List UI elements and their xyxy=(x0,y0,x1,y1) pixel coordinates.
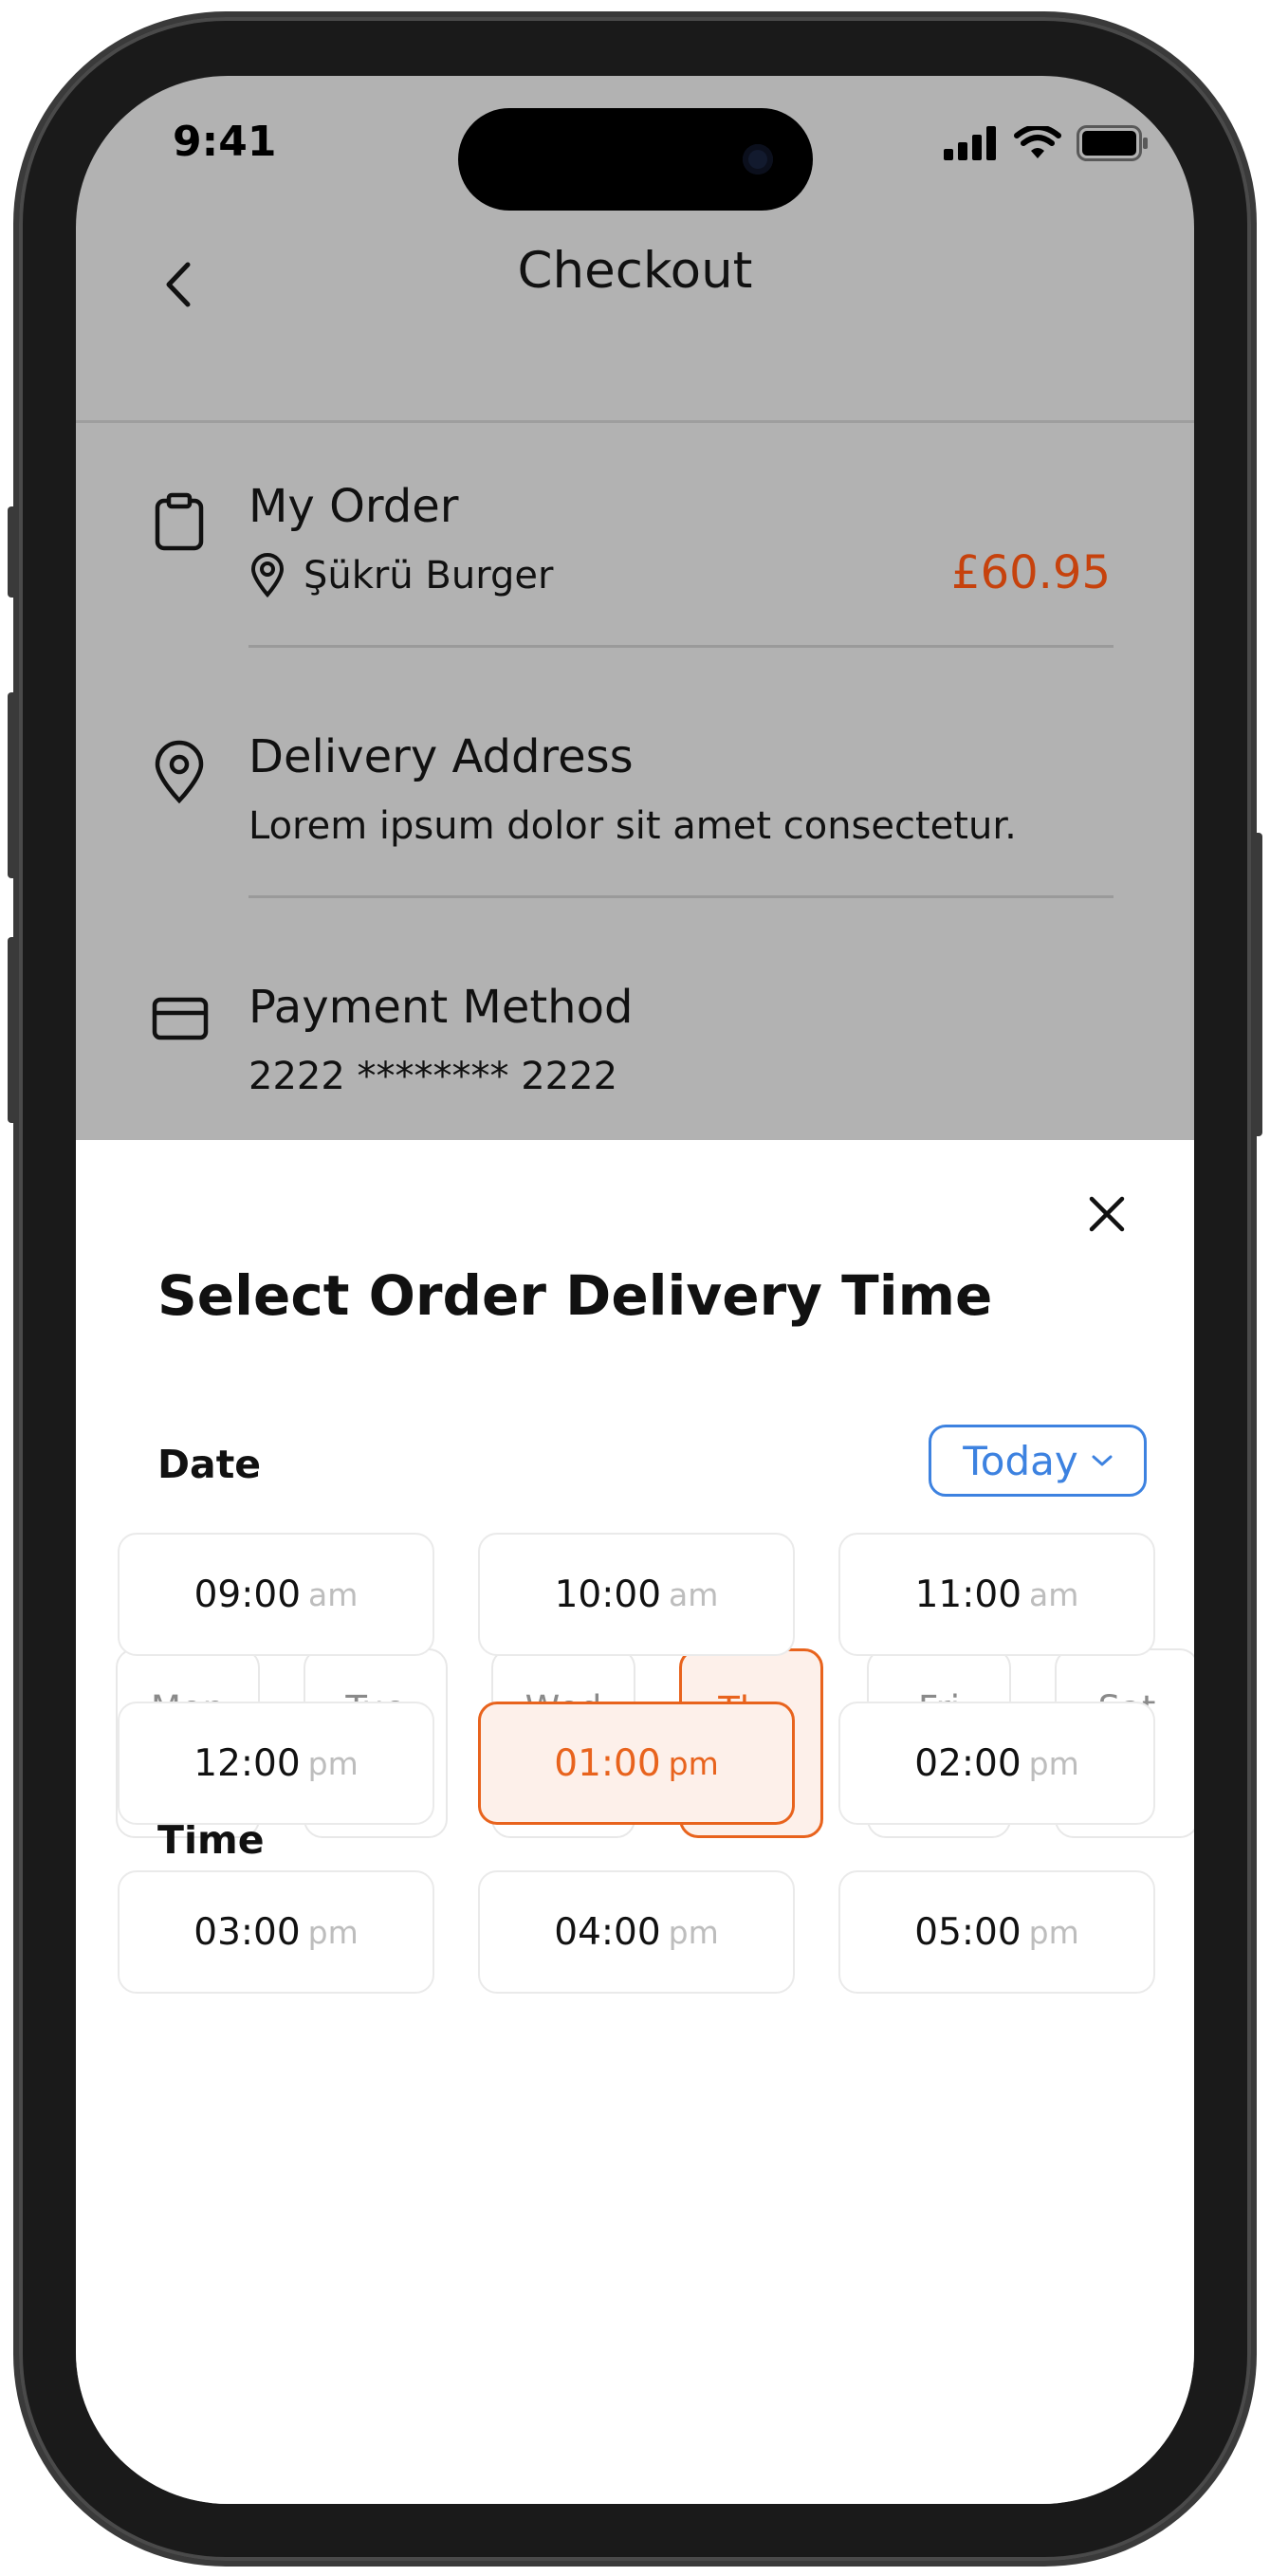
date-label: Date xyxy=(157,1442,262,1487)
my-order-section[interactable]: My Order Şükrü Burger £60.95 xyxy=(76,480,1194,660)
date-dropdown[interactable]: Today xyxy=(929,1425,1147,1497)
slot-time: 10:00 xyxy=(554,1573,662,1616)
credit-card-icon xyxy=(152,997,209,1040)
sheet-title: Select Order Delivery Time xyxy=(157,1263,993,1328)
clipboard-icon xyxy=(155,492,204,551)
slot-period: pm xyxy=(668,1913,719,1951)
slot-period: pm xyxy=(307,1913,359,1951)
order-price: £60.95 xyxy=(951,546,1111,599)
time-slot[interactable]: 05:00 pm xyxy=(838,1870,1155,1994)
slot-time: 09:00 xyxy=(193,1573,302,1616)
battery-icon xyxy=(1077,125,1148,161)
action-button xyxy=(8,506,17,598)
slot-time: 02:00 xyxy=(914,1741,1022,1785)
slot-period: pm xyxy=(668,1744,719,1782)
slot-period: pm xyxy=(307,1744,359,1782)
time-slot[interactable]: 03:00 pm xyxy=(118,1870,434,1994)
time-slot-selected[interactable]: 01:00 pm xyxy=(478,1702,795,1825)
section-divider xyxy=(248,645,1114,648)
delivery-time-sheet: Select Order Delivery Time Date Today Mo… xyxy=(76,1140,1194,2504)
location-pin-icon xyxy=(250,553,285,598)
screen: 9:41 Checkout My Order Şükrü Burger £60.… xyxy=(76,76,1194,2504)
delivery-address-title: Delivery Address xyxy=(248,730,634,783)
slot-period: pm xyxy=(1028,1744,1079,1782)
my-order-title: My Order xyxy=(248,480,459,533)
signal-icon xyxy=(944,126,996,160)
volume-down-button xyxy=(8,937,17,1123)
payment-method-title: Payment Method xyxy=(248,981,634,1034)
slot-period: am xyxy=(669,1575,719,1613)
location-pin-icon xyxy=(155,740,204,804)
slot-time: 01:00 xyxy=(554,1741,661,1785)
restaurant-name: Şükrü Burger xyxy=(304,554,554,598)
time-slot[interactable]: 02:00 pm xyxy=(838,1702,1155,1825)
slot-period: am xyxy=(308,1575,359,1613)
delivery-address-text: Lorem ipsum dolor sit amet consectetur. xyxy=(248,804,1017,848)
time-slot[interactable]: 10:00 am xyxy=(478,1533,795,1656)
close-button[interactable] xyxy=(1078,1186,1135,1242)
slot-time: 04:00 xyxy=(554,1910,661,1954)
time-slot[interactable]: 12:00 pm xyxy=(118,1702,434,1825)
camera-icon xyxy=(743,144,773,175)
time-slot[interactable]: 11:00 am xyxy=(838,1533,1155,1656)
section-divider xyxy=(248,895,1114,898)
time-slot[interactable]: 09:00 am xyxy=(118,1533,434,1656)
card-number: 2222 ******** 2222 xyxy=(248,1055,618,1098)
slot-time: 03:00 xyxy=(193,1910,301,1954)
volume-up-button xyxy=(8,692,17,878)
slot-time: 12:00 xyxy=(193,1741,301,1785)
slot-period: pm xyxy=(1028,1913,1079,1951)
payment-method-section[interactable]: Payment Method 2222 ******** 2222 xyxy=(76,981,1194,1142)
slot-period: am xyxy=(1029,1575,1079,1613)
dynamic-island xyxy=(458,108,813,211)
close-icon xyxy=(1089,1196,1125,1232)
chevron-down-icon xyxy=(1092,1455,1113,1466)
slot-time: 05:00 xyxy=(914,1910,1022,1954)
delivery-address-section[interactable]: Delivery Address Lorem ipsum dolor sit a… xyxy=(76,730,1194,911)
power-button xyxy=(1253,833,1262,1136)
time-slot[interactable]: 04:00 pm xyxy=(478,1870,795,1994)
date-dropdown-value: Today xyxy=(963,1437,1078,1484)
page-title: Checkout xyxy=(517,242,753,300)
status-icons xyxy=(944,125,1149,161)
wifi-icon xyxy=(1014,126,1061,158)
slot-time: 11:00 xyxy=(914,1573,1022,1616)
header-divider xyxy=(76,420,1194,423)
status-time: 9:41 xyxy=(173,118,277,166)
